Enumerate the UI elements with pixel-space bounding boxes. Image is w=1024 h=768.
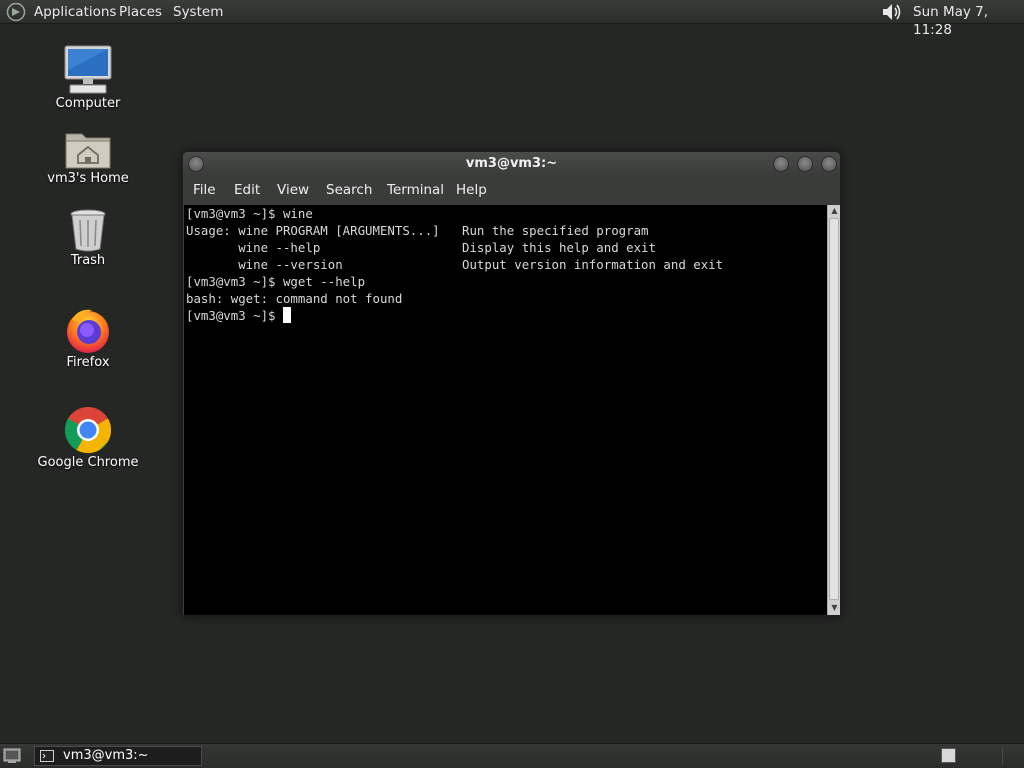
terminal-menubar: File Edit View Search Terminal Help <box>183 177 840 204</box>
desktop-icon-chrome[interactable]: Google Chrome <box>23 406 153 470</box>
terminal-line: Usage: wine PROGRAM [ARGUMENTS...] Run t… <box>186 223 649 238</box>
terminal-prompt-line[interactable]: [vm3@vm3 ~]$ <box>186 307 827 324</box>
scroll-down-arrow-icon[interactable]: ▼ <box>828 602 841 614</box>
terminal-line: [vm3@vm3 ~]$ wget --help <box>186 274 366 289</box>
terminal-icon <box>40 750 54 762</box>
desktop-icon-label: vm3's Home <box>47 171 129 186</box>
terminal-line: wine --version Output version informatio… <box>186 257 724 272</box>
desktop-icon-computer[interactable]: Computer <box>23 45 153 111</box>
workspace-switcher[interactable] <box>941 748 956 763</box>
places-menu[interactable]: Places <box>119 3 162 21</box>
clock[interactable]: Sun May 7, 11:28 <box>913 3 1024 39</box>
distro-logo-icon[interactable] <box>6 2 26 22</box>
desktop-icon-label: Computer <box>55 96 121 111</box>
menu-terminal[interactable]: Terminal <box>387 182 444 199</box>
menu-help[interactable]: Help <box>456 182 487 199</box>
panel-divider <box>1002 747 1003 765</box>
terminal-scrollbar[interactable]: ▲ ▼ <box>827 205 840 615</box>
desktop-icon-firefox[interactable]: Firefox <box>23 306 153 370</box>
bottom-panel: vm3@vm3:~ <box>0 743 1024 768</box>
taskbar-item-label: vm3@vm3:~ <box>63 748 149 763</box>
applications-menu[interactable]: Applications <box>34 3 116 21</box>
home-folder-icon <box>65 133 111 169</box>
desktop-icon-home[interactable]: vm3's Home <box>23 128 153 186</box>
menu-edit[interactable]: Edit <box>234 182 260 199</box>
close-button[interactable] <box>821 156 837 172</box>
window-menu-button[interactable] <box>188 156 204 172</box>
top-panel: Applications Places System Sun May 7, 11… <box>0 0 1024 38</box>
menu-search[interactable]: Search <box>326 182 372 199</box>
terminal-output[interactable]: [vm3@vm3 ~]$ wine Usage: wine PROGRAM [A… <box>184 205 827 615</box>
scroll-up-arrow-icon[interactable]: ▲ <box>828 205 841 217</box>
desktop-icon-label: Firefox <box>66 355 110 370</box>
terminal-line: wine --help Display this help and exit <box>186 240 656 255</box>
terminal-line: bash: wget: command not found <box>186 291 403 306</box>
computer-icon <box>64 45 112 94</box>
menu-file[interactable]: File <box>193 182 216 199</box>
trash-icon <box>70 209 106 252</box>
chrome-icon <box>64 407 112 454</box>
window-title: vm3@vm3:~ <box>465 156 558 171</box>
system-menu[interactable]: System <box>173 3 223 21</box>
minimize-button[interactable] <box>773 156 789 172</box>
terminal-prompt: [vm3@vm3 ~]$ <box>186 308 283 323</box>
firefox-icon <box>67 309 109 353</box>
desktop-icon-trash[interactable]: Trash <box>23 208 153 268</box>
show-desktop-icon[interactable] <box>3 748 21 764</box>
terminal-window[interactable]: vm3@vm3:~ File Edit View Search Terminal… <box>182 151 841 616</box>
terminal-line: [vm3@vm3 ~]$ wine <box>186 206 313 221</box>
desktop-icon-label: Google Chrome <box>37 455 139 470</box>
taskbar-item-terminal[interactable]: vm3@vm3:~ <box>34 746 202 766</box>
volume-icon[interactable] <box>880 1 904 23</box>
menu-view[interactable]: View <box>277 182 309 199</box>
text-cursor <box>282 307 291 323</box>
desktop-icon-label: Trash <box>70 253 106 268</box>
window-titlebar[interactable]: vm3@vm3:~ <box>183 152 840 177</box>
scrollbar-thumb[interactable] <box>829 218 839 600</box>
maximize-button[interactable] <box>797 156 813 172</box>
